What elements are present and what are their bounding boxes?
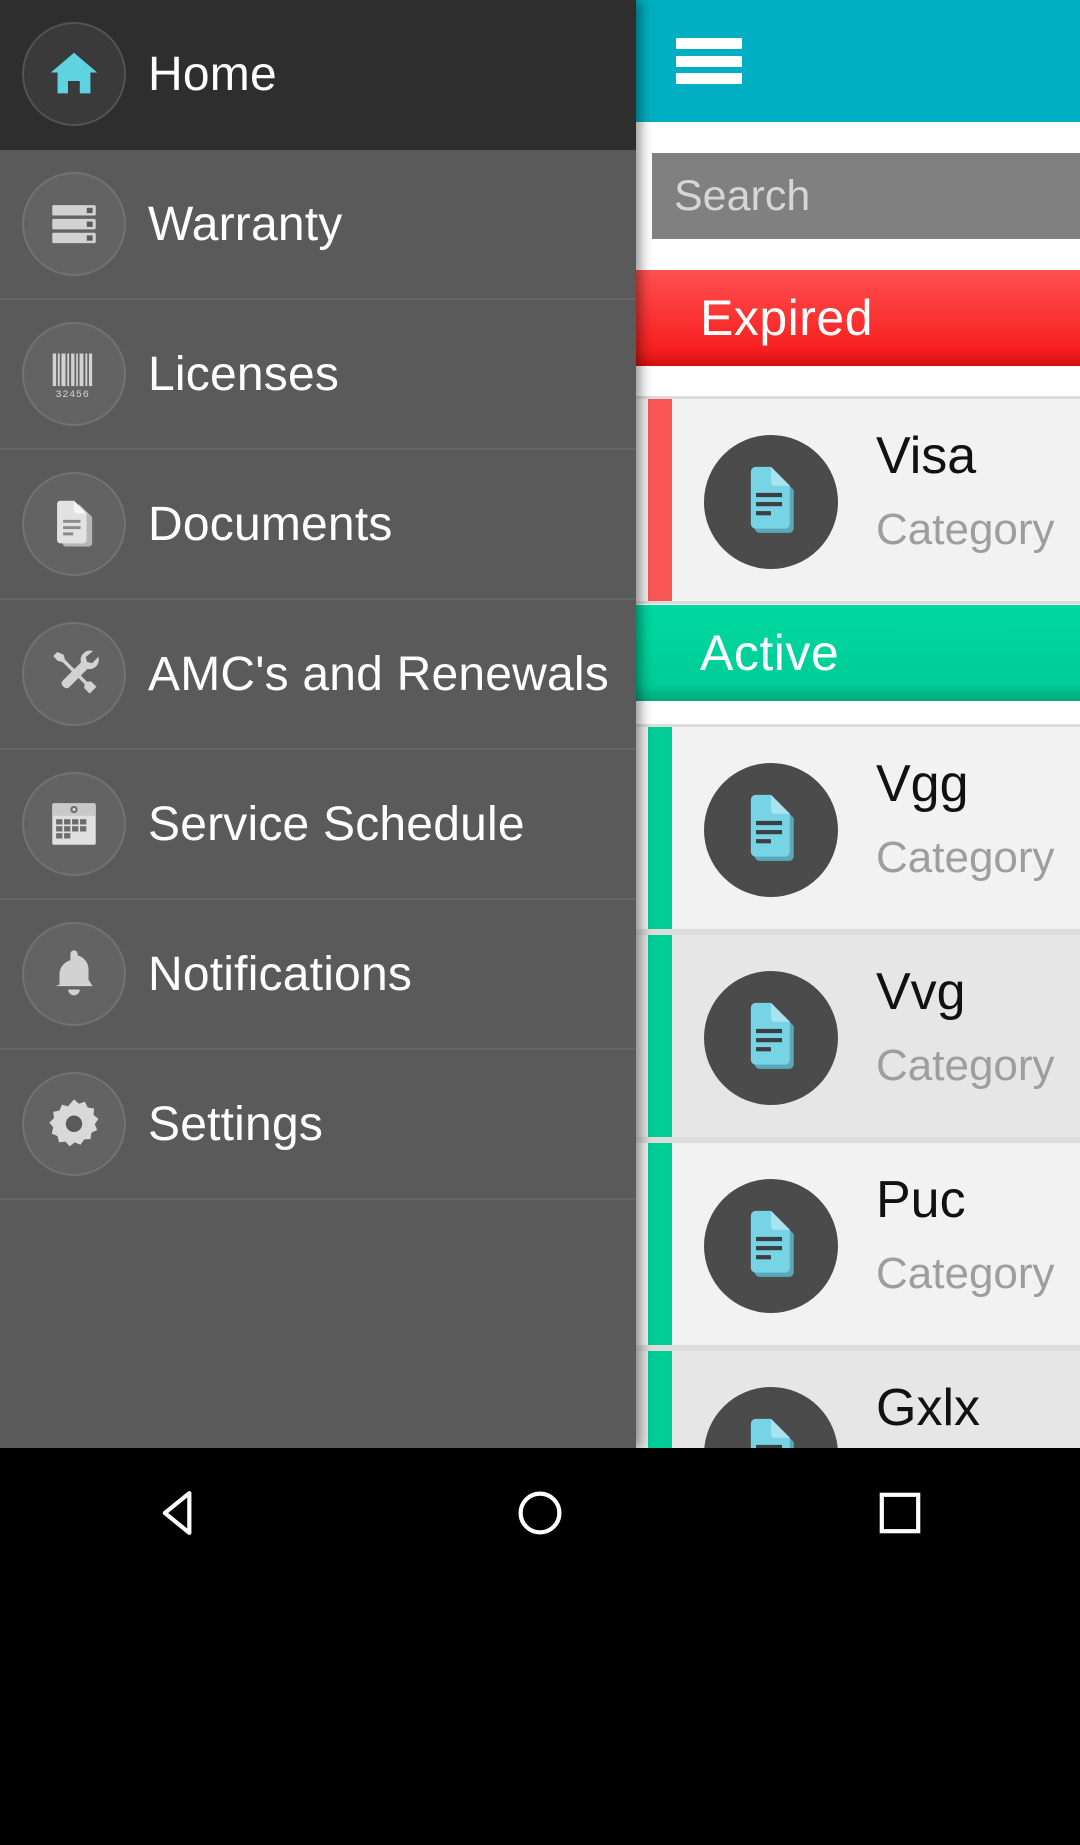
tools-icon-circle (22, 622, 126, 726)
sidebar-item-label: AMC's and Renewals (148, 647, 609, 701)
sidebar-item-warranty[interactable]: Warranty (0, 150, 636, 300)
row-subtitle: Category (876, 1040, 1055, 1090)
server-icon (52, 205, 96, 244)
document-icon (747, 794, 794, 861)
document-icon-circle (22, 472, 126, 576)
sidebar-item-label: Warranty (148, 197, 343, 251)
avatar (704, 1179, 838, 1313)
phone-screen: Expired Visa Category Active (0, 0, 1080, 1845)
document-icon (747, 1210, 794, 1277)
document-icon (747, 466, 794, 533)
section-title: Active (700, 625, 840, 681)
sidebar-item-label: Home (148, 47, 277, 101)
sidebar-item-service-schedule[interactable]: Service Schedule (0, 750, 636, 900)
row-status-accent (648, 399, 672, 601)
android-system-nav-bar (0, 1448, 1080, 1845)
recents-square-icon[interactable] (872, 1485, 928, 1541)
home-icon-circle (22, 22, 126, 126)
document-icon (57, 500, 93, 547)
section-header-active: Active (636, 605, 1080, 701)
row-text-block: Visa Category (876, 427, 1080, 555)
avatar (704, 971, 838, 1105)
row-text-block: Puc Category (876, 1171, 1080, 1299)
sidebar-item-licenses[interactable]: 32456 Licenses (0, 300, 636, 450)
tools-icon (53, 650, 99, 694)
gear-icon-circle (22, 1072, 126, 1176)
sidebar-item-documents[interactable]: Documents (0, 450, 636, 600)
avatar (704, 763, 838, 897)
sidebar-item-label: Service Schedule (148, 797, 525, 851)
row-title: Puc (876, 1171, 966, 1229)
calendar-icon-circle (22, 772, 126, 876)
row-subtitle: Category (876, 1248, 1055, 1298)
row-title: Gxlx (876, 1379, 980, 1437)
sidebar-item-label: Licenses (148, 347, 340, 401)
row-text-block: Vvg Category (876, 963, 1080, 1091)
section-title: Expired (700, 290, 874, 346)
bell-icon-circle (22, 922, 126, 1026)
hamburger-menu-icon[interactable] (676, 38, 742, 84)
row-status-accent (648, 727, 672, 929)
sidebar-item-amcs-and-renewals[interactable]: AMC's and Renewals (0, 600, 636, 750)
search-input[interactable] (652, 153, 1080, 239)
row-title: Visa (876, 427, 977, 485)
table-row[interactable]: Puc Category (636, 1140, 1080, 1348)
navigation-drawer: Home Warranty 32456 Licenses Documents A… (0, 0, 636, 1448)
sidebar-item-settings[interactable]: Settings (0, 1050, 636, 1200)
server-icon-circle (22, 172, 126, 276)
section-header-expired: Expired (636, 270, 1080, 366)
row-status-accent (648, 935, 672, 1137)
barcode-icon-circle: 32456 (22, 322, 126, 426)
table-row[interactable]: Visa Category (636, 396, 1080, 604)
row-subtitle: Category (876, 504, 1055, 554)
barcode-digits: 32456 (56, 390, 90, 401)
row-title: Vvg (876, 963, 966, 1021)
row-status-accent (648, 1143, 672, 1345)
row-title: Vgg (876, 755, 969, 813)
sidebar-item-notifications[interactable]: Notifications (0, 900, 636, 1050)
document-icon (747, 1002, 794, 1069)
sidebar-item-label: Settings (148, 1097, 324, 1151)
table-row[interactable]: Vvg Category (636, 932, 1080, 1140)
back-triangle-icon[interactable] (152, 1485, 208, 1541)
gear-icon (49, 1099, 99, 1147)
calendar-icon (52, 803, 96, 845)
sidebar-item-home[interactable]: Home (0, 0, 636, 150)
row-text-block: Vgg Category (876, 755, 1080, 883)
table-row[interactable]: Vgg Category (636, 724, 1080, 932)
row-subtitle: Category (876, 832, 1055, 882)
sidebar-item-label: Documents (148, 497, 393, 551)
avatar (704, 435, 838, 569)
sidebar-item-label: Notifications (148, 947, 413, 1001)
home-circle-icon[interactable] (512, 1485, 568, 1541)
home-icon (50, 52, 98, 94)
drawer-empty-area (0, 1200, 636, 1448)
barcode-icon: 32456 (52, 353, 93, 401)
bell-icon (55, 950, 93, 996)
